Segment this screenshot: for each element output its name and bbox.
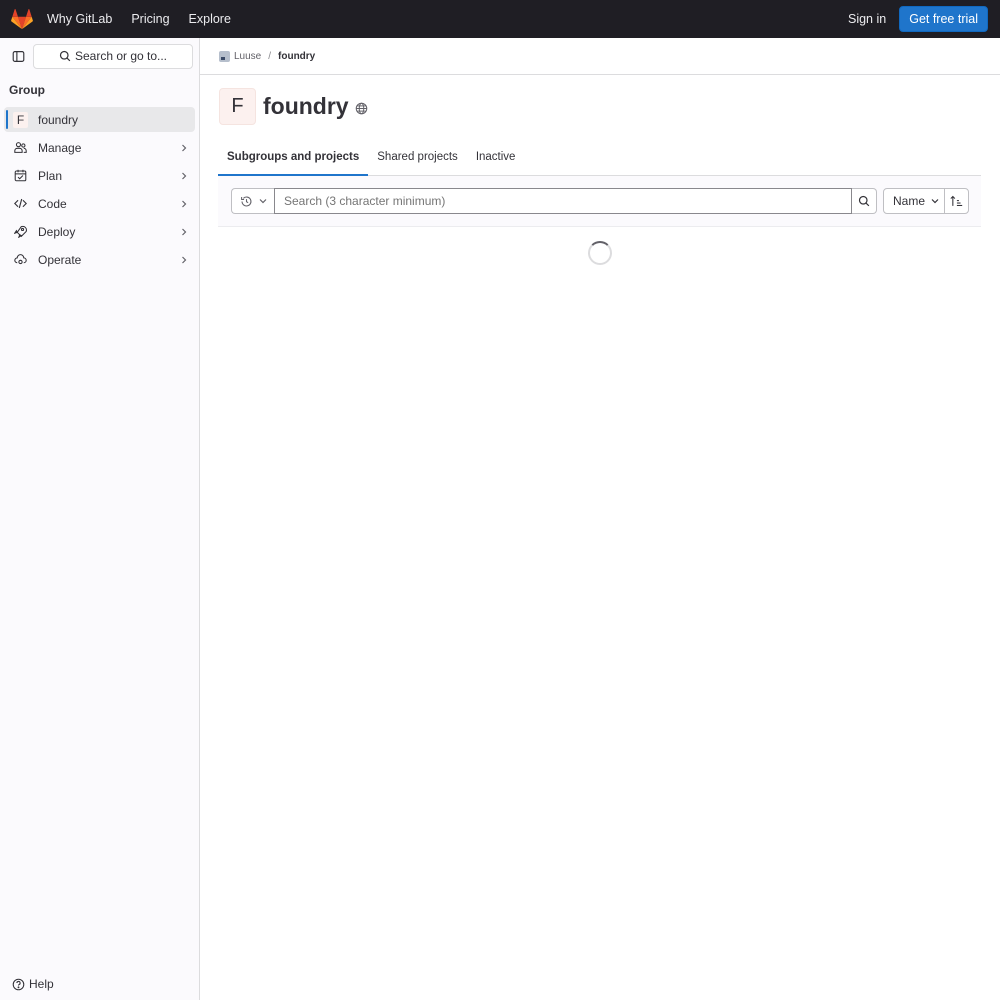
rocket-icon (12, 224, 28, 240)
group-avatar: F (13, 111, 28, 128)
group-header: F foundry (200, 88, 1000, 125)
history-icon (241, 195, 252, 206)
sidebar-item-label: Manage (38, 140, 82, 155)
free-trial-button[interactable]: Get free trial (899, 6, 988, 32)
breadcrumb-separator: / (268, 50, 272, 62)
globe-icon[interactable] (355, 102, 368, 115)
sidebar-item-deploy[interactable]: Deploy (4, 219, 195, 244)
sidebar-item-plan[interactable]: Plan (4, 163, 195, 188)
top-navbar: Why GitLab Pricing Explore Sign in Get f… (0, 0, 1000, 38)
search-icon (59, 50, 71, 62)
chevron-down-icon (931, 197, 939, 205)
search-or-go-to-button[interactable]: Search or go to... (33, 43, 193, 69)
sidebar-item-foundry[interactable]: F foundry (4, 107, 195, 132)
main-content: Luuse / foundry F foundry Subgroups and … (200, 38, 1000, 1000)
users-icon (12, 140, 28, 156)
tab-inactive[interactable]: Inactive (467, 138, 525, 175)
sidebar-toggle-icon[interactable] (8, 46, 28, 66)
breadcrumb: Luuse / foundry (200, 38, 1000, 75)
sort-label: Name (893, 194, 926, 208)
chevron-right-icon (180, 200, 188, 208)
sidebar-top: Search or go to... (0, 38, 199, 74)
sidebar-item-operate[interactable]: Operate (4, 247, 195, 272)
breadcrumb-parent[interactable]: Luuse (234, 51, 261, 62)
help-button[interactable]: Help (12, 977, 54, 991)
sidebar-item-label: Operate (38, 252, 82, 267)
sidebar-item-manage[interactable]: Manage (4, 135, 195, 160)
filter-bar: Name (218, 176, 981, 227)
code-icon (12, 196, 28, 212)
gitlab-logo-icon[interactable] (11, 8, 33, 30)
sidebar-item-label: Plan (38, 168, 63, 183)
nav-pricing[interactable]: Pricing (131, 12, 169, 26)
top-nav: Why GitLab Pricing Explore (47, 12, 250, 26)
chevron-right-icon (180, 256, 188, 264)
search-or-go-to-label: Search or go to... (74, 49, 168, 63)
loading-spinner-icon (588, 241, 612, 265)
question-icon (12, 978, 25, 990)
tab-subgroups-and-projects[interactable]: Subgroups and projects (218, 138, 369, 176)
sort-dropdown[interactable]: Name (883, 188, 945, 214)
sidebar-heading: Group (9, 83, 45, 97)
sidebar-item-label: Code (38, 196, 67, 211)
tab-shared-projects[interactable]: Shared projects (368, 138, 467, 175)
search-icon (858, 195, 870, 207)
breadcrumb-current[interactable]: foundry (278, 51, 315, 62)
sort-direction-button[interactable] (944, 188, 969, 214)
chevron-right-icon (180, 228, 188, 236)
sidebar: Search or go to... Group F foundry Manag… (0, 38, 200, 1000)
top-actions: Sign in Get free trial (848, 6, 988, 32)
sort-ascending-icon (950, 195, 963, 206)
search-input[interactable] (274, 188, 852, 214)
sign-in-link[interactable]: Sign in (848, 12, 886, 26)
nav-why-gitlab[interactable]: Why GitLab (47, 12, 112, 26)
search-submit-button[interactable] (852, 188, 877, 214)
chevron-right-icon (180, 172, 188, 180)
parent-group-avatar (219, 50, 230, 62)
help-label: Help (29, 977, 54, 991)
sidebar-item-label: Deploy (38, 224, 76, 239)
calendar-icon (12, 168, 28, 184)
sidebar-item-label: foundry (38, 112, 79, 127)
sidebar-item-code[interactable]: Code (4, 191, 195, 216)
group-tabs: Subgroups and projects Shared projects I… (218, 138, 981, 176)
chevron-right-icon (180, 144, 188, 152)
chevron-down-icon (259, 199, 267, 204)
nav-explore[interactable]: Explore (189, 12, 231, 26)
page-title: foundry (263, 93, 349, 119)
group-avatar-large: F (219, 88, 256, 125)
recent-searches-dropdown[interactable] (231, 188, 275, 214)
cloud-gear-icon (12, 252, 28, 268)
